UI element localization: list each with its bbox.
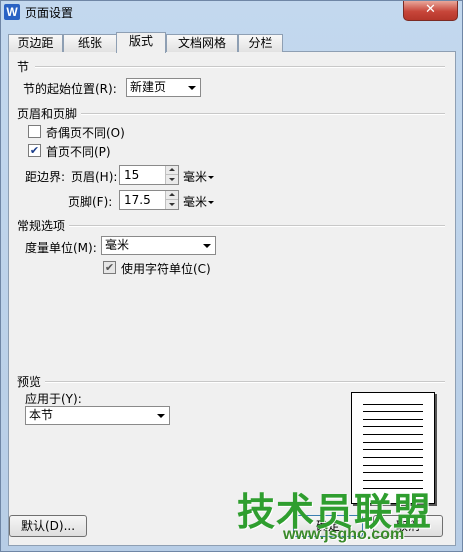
wps-writer-icon: W bbox=[4, 4, 20, 20]
tab-paper[interactable]: 纸张 bbox=[63, 34, 117, 52]
header-unit-label: 毫米 bbox=[183, 170, 208, 184]
preview-divider bbox=[45, 381, 445, 383]
char-unit-label: 使用字符单位(C) bbox=[121, 262, 211, 276]
title-bar[interactable]: W 页面设置 ✕ bbox=[1, 1, 462, 29]
general-group-label: 常规选项 bbox=[17, 219, 66, 233]
first-page-label: 首页不同(P) bbox=[46, 145, 111, 159]
tab-columns[interactable]: 分栏 bbox=[238, 34, 283, 52]
spin-up-icon[interactable] bbox=[166, 166, 178, 175]
watermark-url: www.jsgho.com bbox=[283, 526, 405, 543]
preview-line bbox=[363, 404, 423, 405]
default-button[interactable]: 默认(D)... bbox=[9, 515, 87, 537]
checkmark-icon: ✔ bbox=[29, 144, 40, 157]
tab-margins[interactable]: 页边距 bbox=[8, 34, 63, 52]
preview-line bbox=[363, 465, 423, 466]
caret-down-icon bbox=[208, 176, 215, 179]
dialog-title: 页面设置 bbox=[25, 6, 74, 20]
tab-layout[interactable]: 版式 bbox=[116, 32, 166, 53]
checkmark-icon: ✔ bbox=[104, 261, 115, 274]
footer-unit-label: 毫米 bbox=[183, 195, 208, 209]
spin-up-icon[interactable] bbox=[166, 191, 178, 200]
preview-line bbox=[363, 411, 423, 412]
first-page-checkbox[interactable]: ✔ bbox=[28, 144, 41, 157]
spin-down-icon[interactable] bbox=[166, 175, 178, 184]
section-divider bbox=[35, 66, 445, 68]
tab-document-grid[interactable]: 文档网格 bbox=[166, 34, 238, 52]
header-footer-divider bbox=[81, 113, 445, 115]
chevron-down-icon bbox=[188, 86, 196, 90]
site-watermark: 技术员联盟 www.jsgho.com bbox=[231, 481, 456, 551]
measure-unit-value: 毫米 bbox=[105, 238, 130, 252]
distance-label: 距边界: bbox=[25, 170, 66, 184]
preview-line bbox=[363, 457, 423, 458]
apply-to-label: 应用于(Y): bbox=[25, 392, 82, 406]
page-setup-dialog: W 页面设置 ✕ 页边距 纸张 版式 文档网格 分栏 节 节的起始位置(R): … bbox=[0, 0, 463, 552]
preview-line bbox=[363, 449, 423, 450]
preview-line bbox=[363, 426, 423, 427]
measure-unit-label: 度量单位(M): bbox=[25, 241, 97, 255]
footer-spin-buttons bbox=[165, 191, 178, 209]
chevron-down-icon bbox=[157, 414, 165, 418]
preview-line bbox=[363, 419, 423, 420]
close-button[interactable]: ✕ bbox=[403, 1, 458, 21]
preview-line bbox=[363, 472, 423, 473]
footer-distance-value: 17.5 bbox=[124, 193, 151, 207]
close-icon: ✕ bbox=[425, 2, 436, 17]
section-group-label: 节 bbox=[17, 60, 30, 74]
layout-tab-panel: 节 节的起始位置(R): 新建页 页眉和页脚 奇偶页不同(O) ✔ 首页不同(P… bbox=[9, 52, 455, 545]
preview-line bbox=[363, 434, 423, 435]
header-distance-spinner[interactable]: 15 bbox=[119, 165, 179, 185]
apply-to-value: 本节 bbox=[29, 408, 54, 422]
section-start-select[interactable]: 新建页 bbox=[126, 78, 201, 97]
measure-unit-select[interactable]: 毫米 bbox=[101, 236, 216, 255]
spin-down-icon[interactable] bbox=[166, 200, 178, 209]
apply-to-select[interactable]: 本节 bbox=[25, 406, 170, 425]
header-footer-group-label: 页眉和页脚 bbox=[17, 107, 78, 121]
caret-down-icon bbox=[208, 201, 215, 204]
chevron-down-icon bbox=[203, 244, 211, 248]
header-distance-value: 15 bbox=[124, 168, 140, 182]
odd-even-checkbox[interactable] bbox=[28, 125, 41, 138]
general-divider bbox=[69, 225, 445, 227]
header-spin-buttons bbox=[165, 166, 178, 184]
footer-distance-spinner[interactable]: 17.5 bbox=[119, 190, 179, 210]
odd-even-label: 奇偶页不同(O) bbox=[46, 126, 125, 140]
section-start-value: 新建页 bbox=[130, 80, 167, 94]
preview-line bbox=[363, 442, 423, 443]
char-unit-checkbox[interactable]: ✔ bbox=[103, 261, 116, 274]
preview-group-label: 预览 bbox=[17, 375, 42, 389]
footer-distance-label: 页脚(F): bbox=[68, 195, 113, 209]
footer-unit-dropdown[interactable]: 毫米 bbox=[183, 193, 215, 210]
header-distance-label: 页眉(H): bbox=[71, 170, 118, 184]
section-start-label: 节的起始位置(R): bbox=[23, 82, 117, 96]
header-unit-dropdown[interactable]: 毫米 bbox=[183, 168, 215, 185]
